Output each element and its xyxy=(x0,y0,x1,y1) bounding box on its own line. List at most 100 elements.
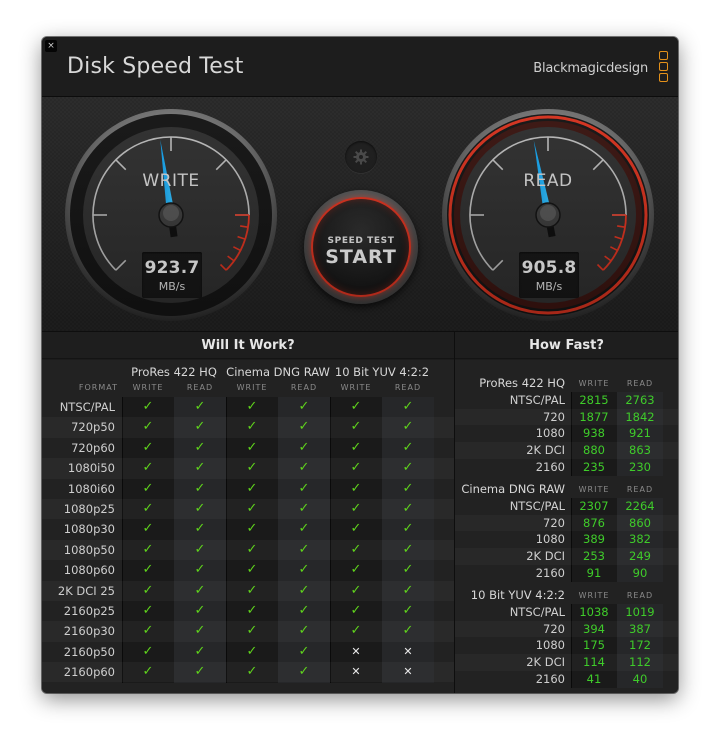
check-icon: ✓ xyxy=(194,480,206,496)
check-icon: ✓ xyxy=(298,419,310,435)
read-fps-value: 382 xyxy=(629,532,651,547)
codec-header-cinema-dng: Cinema DNG RAW xyxy=(226,365,330,379)
check-icon: ✓ xyxy=(350,521,362,537)
check-icon: ✓ xyxy=(350,602,362,618)
speed-row: 2160 91 90 xyxy=(455,565,678,582)
gauges-area: WRITE 923.7 MB/s SPEED TEST START READ 9… xyxy=(42,97,678,331)
read-fps-value: 90 xyxy=(632,565,648,580)
check-icon: ✓ xyxy=(402,399,414,414)
check-icon: ✓ xyxy=(402,562,414,578)
check-icon: ✓ xyxy=(194,562,206,578)
speed-row: 2K DCI 114 112 xyxy=(455,654,678,671)
blackmagic-logo-icon xyxy=(658,51,669,86)
format-label: 2160p60 xyxy=(63,665,115,680)
check-icon: ✓ xyxy=(350,480,362,496)
read-column-header: READ xyxy=(626,379,654,388)
check-icon: ✓ xyxy=(298,521,310,537)
write-fps-value: 876 xyxy=(583,515,605,530)
write-fps-value: 389 xyxy=(583,532,605,547)
check-icon: ✓ xyxy=(298,643,310,659)
format-label: 720p60 xyxy=(71,440,115,455)
cross-icon: ✕ xyxy=(403,665,413,679)
check-icon: ✓ xyxy=(350,562,362,578)
disk-speed-test-window: Disk Speed Test Blackmagicdesign × WRITE… xyxy=(42,37,678,693)
write-gauge-label: WRITE xyxy=(142,171,200,191)
format-label: 720p50 xyxy=(71,420,115,435)
check-icon: ✓ xyxy=(246,439,258,455)
check-icon: ✓ xyxy=(402,500,414,516)
resolution-label: 2K DCI xyxy=(526,443,565,458)
read-column-header: READ xyxy=(394,383,422,392)
check-icon: ✓ xyxy=(142,500,154,516)
write-speed-readout: 923.7 MB/s xyxy=(142,252,202,298)
format-row: 1080i60 ✓ ✓ ✓ ✓ ✓ ✓ xyxy=(42,479,454,499)
check-icon: ✓ xyxy=(402,480,414,496)
close-button[interactable]: × xyxy=(45,40,57,52)
read-fps-value: 112 xyxy=(629,655,651,670)
check-icon: ✓ xyxy=(298,582,310,598)
resolution-label: 720 xyxy=(543,409,565,424)
resolution-label: NTSC/PAL xyxy=(509,499,565,513)
write-column-header: WRITE xyxy=(578,591,610,600)
will-it-work-panel: ProRes 422 HQ Cinema DNG RAW 10 Bit YUV … xyxy=(42,360,454,693)
format-label: 1080i50 xyxy=(67,461,115,476)
check-icon: ✓ xyxy=(298,602,310,618)
panel-divider xyxy=(454,331,455,693)
check-icon: ✓ xyxy=(194,664,206,680)
speed-row: NTSC/PAL 1038 1019 xyxy=(455,604,678,621)
format-label: 1080p25 xyxy=(63,501,115,516)
check-icon: ✓ xyxy=(246,521,258,537)
speed-row: 2160 41 40 xyxy=(455,671,678,688)
speed-row: 720 876 860 xyxy=(455,515,678,532)
format-row: NTSC/PAL ✓ ✓ ✓ ✓ ✓ ✓ xyxy=(42,397,454,417)
write-speed-value: 923.7 xyxy=(144,258,200,278)
check-icon: ✓ xyxy=(194,521,206,537)
check-icon: ✓ xyxy=(350,541,362,557)
check-icon: ✓ xyxy=(402,582,414,598)
check-icon: ✓ xyxy=(350,439,362,455)
resolution-label: 1080 xyxy=(535,638,565,653)
check-icon: ✓ xyxy=(298,480,310,496)
gear-icon xyxy=(353,149,369,165)
settings-button[interactable] xyxy=(345,141,377,173)
speed-row: 2160 235 230 xyxy=(455,459,678,476)
resolution-label: 1080 xyxy=(535,426,565,441)
speed-row: 720 394 387 xyxy=(455,621,678,638)
resolution-label: 2K DCI xyxy=(526,655,565,670)
start-button-top-label: SPEED TEST xyxy=(327,236,395,246)
format-row: 1080i50 ✓ ✓ ✓ ✓ ✓ ✓ xyxy=(42,458,454,478)
read-column-header: READ xyxy=(626,591,654,600)
format-row: 2160p25 ✓ ✓ ✓ ✓ ✓ ✓ xyxy=(42,601,454,621)
check-icon: ✓ xyxy=(142,643,154,659)
check-icon: ✓ xyxy=(142,439,154,455)
write-fps-value: 2815 xyxy=(579,393,609,407)
speed-row: 1080 389 382 xyxy=(455,531,678,548)
format-row: 720p50 ✓ ✓ ✓ ✓ ✓ ✓ xyxy=(42,417,454,437)
speed-test-start-button[interactable]: SPEED TEST START xyxy=(304,190,418,304)
check-icon: ✓ xyxy=(194,500,206,516)
check-icon: ✓ xyxy=(298,541,310,557)
check-icon: ✓ xyxy=(194,541,206,557)
check-icon: ✓ xyxy=(142,419,154,435)
check-icon: ✓ xyxy=(142,664,154,680)
check-icon: ✓ xyxy=(246,541,258,557)
read-speed-readout: 905.8 MB/s xyxy=(519,252,579,298)
cross-icon: ✕ xyxy=(351,665,361,679)
write-fps-value: 175 xyxy=(583,638,605,653)
codec-header-prores: ProRes 422 HQ xyxy=(131,365,217,379)
check-icon: ✓ xyxy=(402,602,414,618)
format-label: 2K DCI 25 xyxy=(57,583,115,598)
check-icon: ✓ xyxy=(142,541,154,557)
format-row: 1080p50 ✓ ✓ ✓ ✓ ✓ ✓ xyxy=(42,540,454,560)
read-column-header: READ xyxy=(186,383,214,392)
format-label: 1080i60 xyxy=(67,481,115,496)
check-icon: ✓ xyxy=(194,643,206,659)
title-bar: Disk Speed Test Blackmagicdesign xyxy=(42,37,678,97)
check-icon: ✓ xyxy=(142,602,154,618)
speed-row: NTSC/PAL 2815 2763 xyxy=(455,392,678,409)
check-icon: ✓ xyxy=(246,460,258,476)
speed-row: 1080 938 921 xyxy=(455,425,678,442)
speed-row: 2K DCI 253 249 xyxy=(455,548,678,565)
format-label: NTSC/PAL xyxy=(59,400,115,414)
format-row: 2160p30 ✓ ✓ ✓ ✓ ✓ ✓ xyxy=(42,621,454,641)
